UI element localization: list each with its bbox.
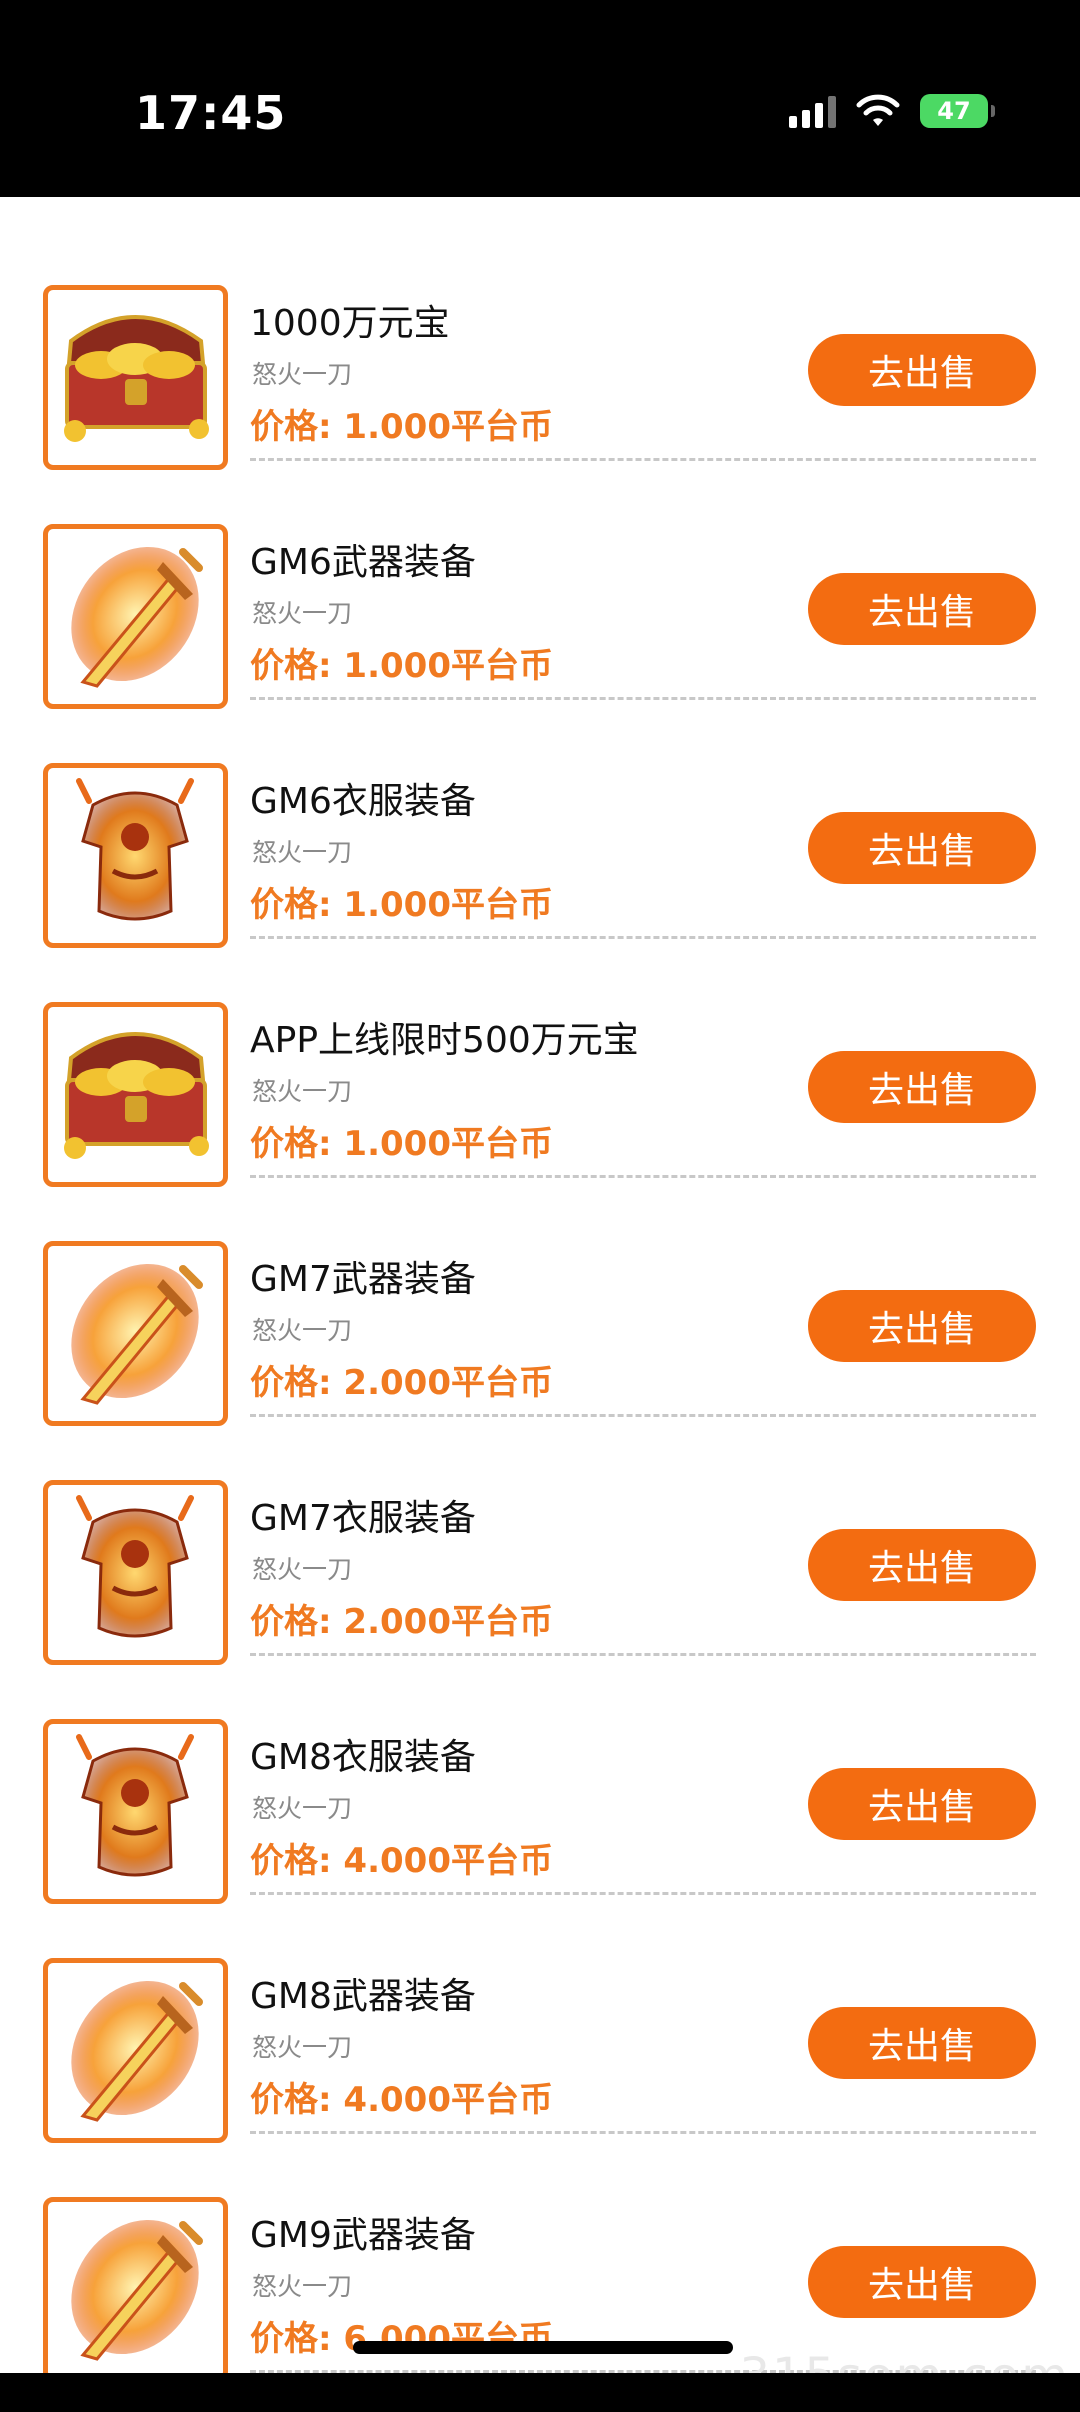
status-time: 17:45 xyxy=(135,86,287,140)
item-title: GM8武器装备 xyxy=(250,1976,476,2017)
item-seller: 怒火一刀 xyxy=(252,360,353,389)
battery-icon: 47 xyxy=(920,94,995,128)
item-title: GM6衣服装备 xyxy=(250,781,476,822)
item-title: APP上线限时500万元宝 xyxy=(250,1020,639,1061)
item-seller: 怒火一刀 xyxy=(252,599,353,628)
item-seller: 怒火一刀 xyxy=(252,1316,353,1345)
item-seller: 怒火一刀 xyxy=(252,1555,353,1584)
item-title: GM9武器装备 xyxy=(250,2215,476,2256)
list-item[interactable]: GM6武器装备 怒火一刀 价格: 1.000平台币 去出售 xyxy=(0,436,1080,709)
cellular-signal-icon xyxy=(789,94,836,128)
item-title: GM8衣服装备 xyxy=(250,1737,476,1778)
list-item[interactable]: GM8衣服装备 怒火一刀 价格: 4.000平台币 去出售 xyxy=(0,1631,1080,1904)
sell-button[interactable]: 去出售 xyxy=(808,334,1036,406)
sell-button[interactable]: 去出售 xyxy=(808,1051,1036,1123)
flame-sword-icon xyxy=(53,2205,218,2374)
item-title: GM7武器装备 xyxy=(250,1259,476,1300)
sell-button[interactable]: 去出售 xyxy=(808,573,1036,645)
list-item[interactable]: GM9武器装备 怒火一刀 价格: 6.000平台币 去出售 xyxy=(0,2109,1080,2382)
item-seller: 怒火一刀 xyxy=(252,1794,353,1823)
item-seller: 怒火一刀 xyxy=(252,2272,353,2301)
item-title: GM6武器装备 xyxy=(250,542,476,583)
item-seller: 怒火一刀 xyxy=(252,838,353,867)
status-icons: 47 xyxy=(789,94,995,128)
item-thumbnail[interactable] xyxy=(43,2197,228,2382)
sell-button[interactable]: 去出售 xyxy=(808,2246,1036,2318)
sell-button[interactable]: 去出售 xyxy=(808,1290,1036,1362)
list-item[interactable]: GM6衣服装备 怒火一刀 价格: 1.000平台币 去出售 xyxy=(0,675,1080,948)
sell-button[interactable]: 去出售 xyxy=(808,1768,1036,1840)
bottom-bar xyxy=(0,2373,1080,2412)
item-seller: 怒火一刀 xyxy=(252,2033,353,2062)
list-item[interactable]: APP上线限时500万元宝 怒火一刀 价格: 1.000平台币 去出售 xyxy=(0,914,1080,1187)
list-item[interactable]: GM7武器装备 怒火一刀 价格: 2.000平台币 去出售 xyxy=(0,1153,1080,1426)
sell-button[interactable]: 去出售 xyxy=(808,2007,1036,2079)
item-title: GM7衣服装备 xyxy=(250,1498,476,1539)
battery-level: 47 xyxy=(937,97,971,125)
home-indicator xyxy=(353,2341,733,2354)
wifi-icon xyxy=(856,94,900,126)
treasure-chest-icon xyxy=(53,1018,218,1172)
sell-button[interactable]: 去出售 xyxy=(808,1529,1036,1601)
item-seller: 怒火一刀 xyxy=(252,1077,353,1106)
list-item[interactable]: 1000万元宝 怒火一刀 价格: 1.000平台币 去出售 xyxy=(0,197,1080,470)
list-item[interactable]: GM7衣服装备 怒火一刀 价格: 2.000平台币 去出售 xyxy=(0,1392,1080,1665)
list-item[interactable]: GM8武器装备 怒火一刀 价格: 4.000平台币 去出售 xyxy=(0,1870,1080,2143)
status-bar: 17:45 47 xyxy=(0,0,1080,197)
item-title: 1000万元宝 xyxy=(250,303,450,344)
treasure-chest-icon xyxy=(53,301,218,455)
sell-button[interactable]: 去出售 xyxy=(808,812,1036,884)
